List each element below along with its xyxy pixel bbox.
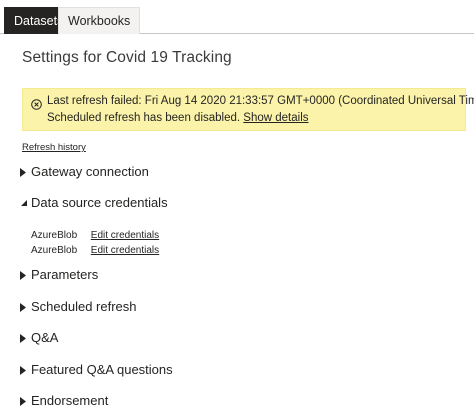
caret-right-icon xyxy=(20,270,28,280)
section-scheduled-refresh[interactable]: Scheduled refresh xyxy=(20,299,137,314)
section-qna[interactable]: Q&A xyxy=(20,330,58,345)
section-featured-qna-questions[interactable]: Featured Q&A questions xyxy=(20,362,173,377)
error-circle-icon xyxy=(31,97,42,110)
section-data-source-credentials[interactable]: Data source credentials xyxy=(20,195,168,210)
section-label: Endorsement xyxy=(31,393,109,408)
section-label: Scheduled refresh xyxy=(31,299,137,314)
show-details-link[interactable]: Show details xyxy=(243,112,308,124)
credential-row: AzureBlob Edit credentials xyxy=(31,245,159,256)
page-title: Settings for Covid 19 Tracking xyxy=(22,49,232,66)
section-label: Q&A xyxy=(31,330,59,345)
credential-name: AzureBlob xyxy=(31,245,78,256)
refresh-error-banner: Last refresh failed: Fri Aug 14 2020 21:… xyxy=(22,88,474,131)
refresh-failed-message: Last refresh failed: Fri Aug 14 2020 21:… xyxy=(47,95,474,107)
tab-bar: Datasets Workbooks xyxy=(0,0,474,34)
refresh-disabled-text: Scheduled refresh has been disabled. xyxy=(47,112,241,124)
refresh-history-link[interactable]: Refresh history xyxy=(22,142,86,153)
caret-right-icon xyxy=(20,365,28,375)
edit-credentials-link[interactable]: Edit credentials xyxy=(91,245,159,256)
section-gateway-connection[interactable]: Gateway connection xyxy=(20,164,149,179)
caret-down-icon xyxy=(20,198,28,208)
credential-name: AzureBlob xyxy=(31,230,78,241)
section-endorsement[interactable]: Endorsement xyxy=(20,393,108,408)
caret-right-icon xyxy=(20,333,28,343)
tab-workbooks[interactable]: Workbooks xyxy=(58,7,141,34)
section-label: Data source credentials xyxy=(31,195,168,210)
caret-right-icon xyxy=(20,302,28,312)
edit-credentials-link[interactable]: Edit credentials xyxy=(91,230,159,241)
section-label: Parameters xyxy=(31,267,99,282)
section-label: Gateway connection xyxy=(31,164,149,179)
section-label: Featured Q&A questions xyxy=(31,362,173,377)
section-parameters[interactable]: Parameters xyxy=(20,267,98,282)
credential-row: AzureBlob Edit credentials xyxy=(31,230,159,241)
caret-right-icon xyxy=(20,167,28,177)
caret-right-icon xyxy=(20,396,28,406)
refresh-disabled-message: Scheduled refresh has been disabled. Sho… xyxy=(47,112,309,124)
